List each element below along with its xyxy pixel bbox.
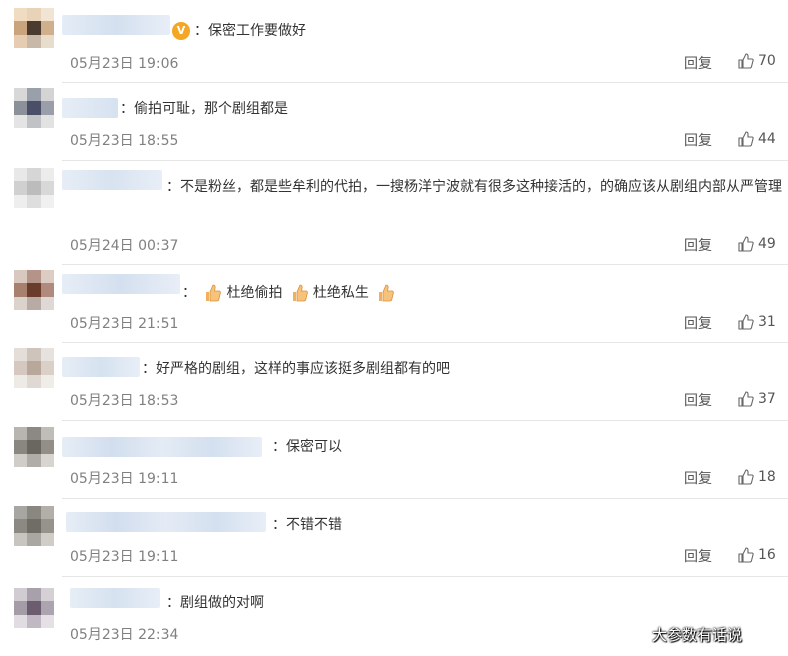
like-button[interactable]: 16	[738, 547, 776, 563]
comment-time: 05月23日 22:34	[70, 627, 179, 643]
like-button[interactable]: 18	[738, 469, 776, 485]
thumbs-up-emoji-icon	[379, 284, 395, 302]
avatar[interactable]	[14, 427, 54, 467]
comment-time: 05月23日 21:51	[70, 316, 179, 332]
avatar[interactable]	[14, 348, 54, 388]
avatar[interactable]	[14, 168, 54, 208]
comment-text: ：不错不错	[272, 517, 342, 533]
avatar[interactable]	[14, 506, 54, 546]
divider	[62, 160, 788, 161]
comment-time: 05月23日 19:06	[70, 56, 179, 72]
like-button[interactable]: 31	[738, 314, 776, 330]
thumbs-up-outline-icon	[738, 131, 754, 147]
thumbs-up-outline-icon	[738, 53, 754, 69]
divider	[62, 420, 788, 421]
comment-time: 05月23日 19:11	[70, 471, 179, 487]
avatar[interactable]	[14, 588, 54, 628]
avatar[interactable]	[14, 270, 54, 310]
reply-button[interactable]: 回复	[684, 53, 712, 73]
like-button[interactable]: 37	[738, 391, 776, 407]
verified-v-badge-icon: V	[172, 22, 190, 40]
comment-text: V ：保密工作要做好	[172, 20, 306, 42]
username-blurred[interactable]	[70, 588, 160, 608]
thumbs-up-outline-icon	[738, 391, 754, 407]
reply-button[interactable]: 回复	[684, 390, 712, 410]
username-blurred[interactable]	[62, 357, 140, 377]
thumbs-up-outline-icon	[738, 314, 754, 330]
comment-text: ：好严格的剧组，这样的事应该挺多剧组都有的吧	[142, 361, 450, 377]
watermark: 大参数有话说	[652, 626, 743, 644]
comment-time: 05月23日 18:55	[70, 133, 179, 149]
comment-time: 05月23日 18:53	[70, 393, 179, 409]
reply-button[interactable]: 回复	[684, 235, 712, 255]
avatar[interactable]	[14, 8, 54, 48]
like-count: 49	[758, 236, 776, 252]
divider	[62, 498, 788, 499]
username-blurred[interactable]	[62, 15, 170, 35]
like-count: 16	[758, 547, 776, 563]
like-count: 18	[758, 469, 776, 485]
reply-button[interactable]: 回复	[684, 130, 712, 150]
comment-text: ：保密可以	[272, 439, 342, 455]
divider	[62, 342, 788, 343]
username-blurred[interactable]	[62, 437, 262, 457]
thumbs-up-emoji-icon	[292, 284, 308, 302]
avatar[interactable]	[14, 88, 54, 128]
like-button[interactable]: 70	[738, 53, 776, 69]
divider	[62, 576, 788, 577]
comment-time: 05月24日 00:37	[70, 238, 179, 254]
like-count: 44	[758, 131, 776, 147]
comment-text: ：剧组做的对啊	[166, 595, 264, 611]
thumbs-up-outline-icon	[738, 547, 754, 563]
reply-button[interactable]: 回复	[684, 546, 712, 566]
username-blurred[interactable]	[62, 274, 180, 294]
comment-text: ： 杜绝偷拍 杜绝私生	[182, 282, 399, 304]
comment-text: ：不是粉丝，都是些牟利的代拍，一搜杨洋宁波就有很多这种接活的，的确应该从剧组内部…	[166, 179, 782, 195]
reply-button[interactable]: 回复	[684, 313, 712, 333]
like-button[interactable]: 44	[738, 131, 776, 147]
thumbs-up-outline-icon	[738, 469, 754, 485]
like-count: 37	[758, 391, 776, 407]
like-count: 70	[758, 53, 776, 69]
comment-time: 05月23日 19:11	[70, 549, 179, 565]
comment-text: ：偷拍可耻，那个剧组都是	[120, 101, 288, 117]
reply-button[interactable]: 回复	[684, 468, 712, 488]
like-button[interactable]: 49	[738, 236, 776, 252]
thumbs-up-emoji-icon	[206, 284, 222, 302]
like-count: 31	[758, 314, 776, 330]
divider	[62, 264, 788, 265]
thumbs-up-outline-icon	[738, 236, 754, 252]
divider	[62, 82, 788, 83]
username-blurred[interactable]	[62, 98, 118, 118]
username-blurred[interactable]	[66, 512, 266, 532]
